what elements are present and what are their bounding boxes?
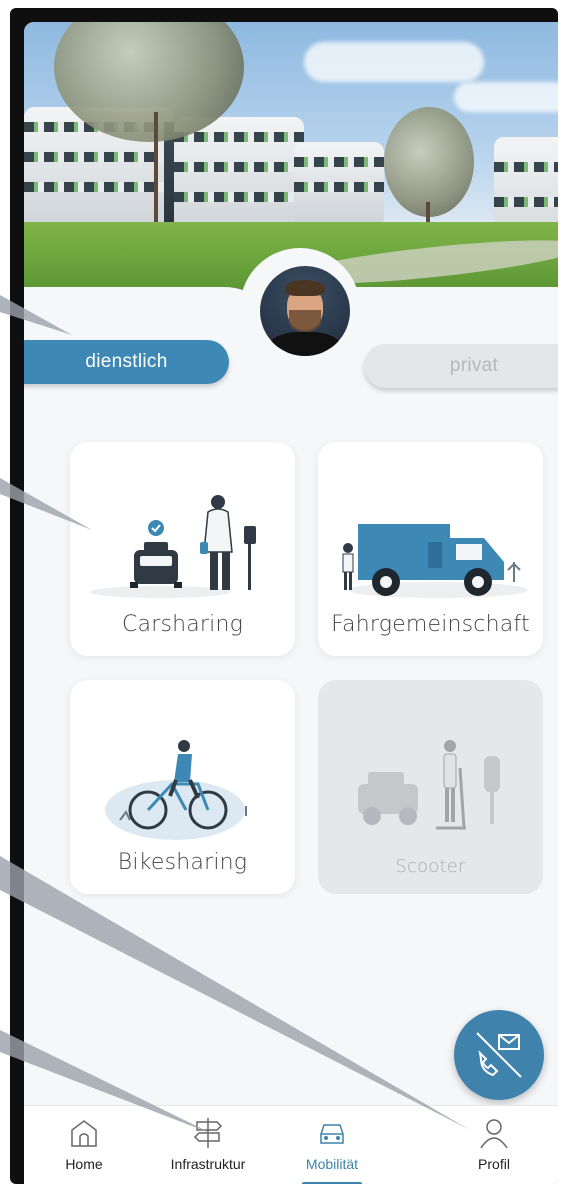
phone-frame: dienstlich privat Carsharing Fahrgemeins… <box>10 8 558 1184</box>
toggle-privat[interactable]: privat <box>364 344 558 388</box>
home-icon <box>71 1120 97 1147</box>
nav-mobilitaet[interactable]: Mobilität <box>272 1116 392 1184</box>
nav-profil[interactable]: Profil <box>434 1116 554 1172</box>
profile-avatar[interactable] <box>260 266 350 356</box>
bicycle-illustration <box>105 740 247 840</box>
contact-fab[interactable] <box>454 1010 544 1100</box>
tile-bikesharing[interactable]: Bikesharing <box>70 680 295 894</box>
nav-infrastruktur[interactable]: Infrastruktur <box>148 1116 268 1172</box>
phone-mail-icon <box>476 1032 522 1078</box>
tile-label: Carsharing <box>121 612 244 637</box>
nav-label: Mobilität <box>305 1156 359 1172</box>
nav-label: Infrastruktur <box>170 1156 246 1172</box>
nav-home[interactable]: Home <box>24 1116 144 1172</box>
app-screen: dienstlich privat Carsharing Fahrgemeins… <box>24 22 558 1184</box>
toggle-dienstlich[interactable]: dienstlich <box>24 340 229 384</box>
profile-icon <box>480 1119 508 1149</box>
bottom-navigation: Home Infrastruktur Mobilität Profil <box>24 1105 558 1184</box>
nav-label: Profil <box>478 1156 510 1172</box>
car-icon <box>320 1124 344 1144</box>
tile-fahrgemeinschaft[interactable]: Fahrgemeinschaft <box>318 442 543 656</box>
carsharing-illustration <box>90 495 256 598</box>
tile-carsharing[interactable]: Carsharing <box>70 442 295 656</box>
tile-scooter: Scooter <box>318 680 543 894</box>
van-illustration <box>342 524 528 598</box>
signpost-icon <box>193 1118 223 1148</box>
nav-label: Home <box>65 1156 103 1172</box>
tile-label: Scooter <box>395 856 466 877</box>
tile-label: Bikesharing <box>117 850 248 875</box>
scooter-illustration <box>358 740 500 830</box>
tile-label: Fahrgemeinschaft <box>331 612 530 637</box>
active-indicator <box>302 1182 362 1184</box>
